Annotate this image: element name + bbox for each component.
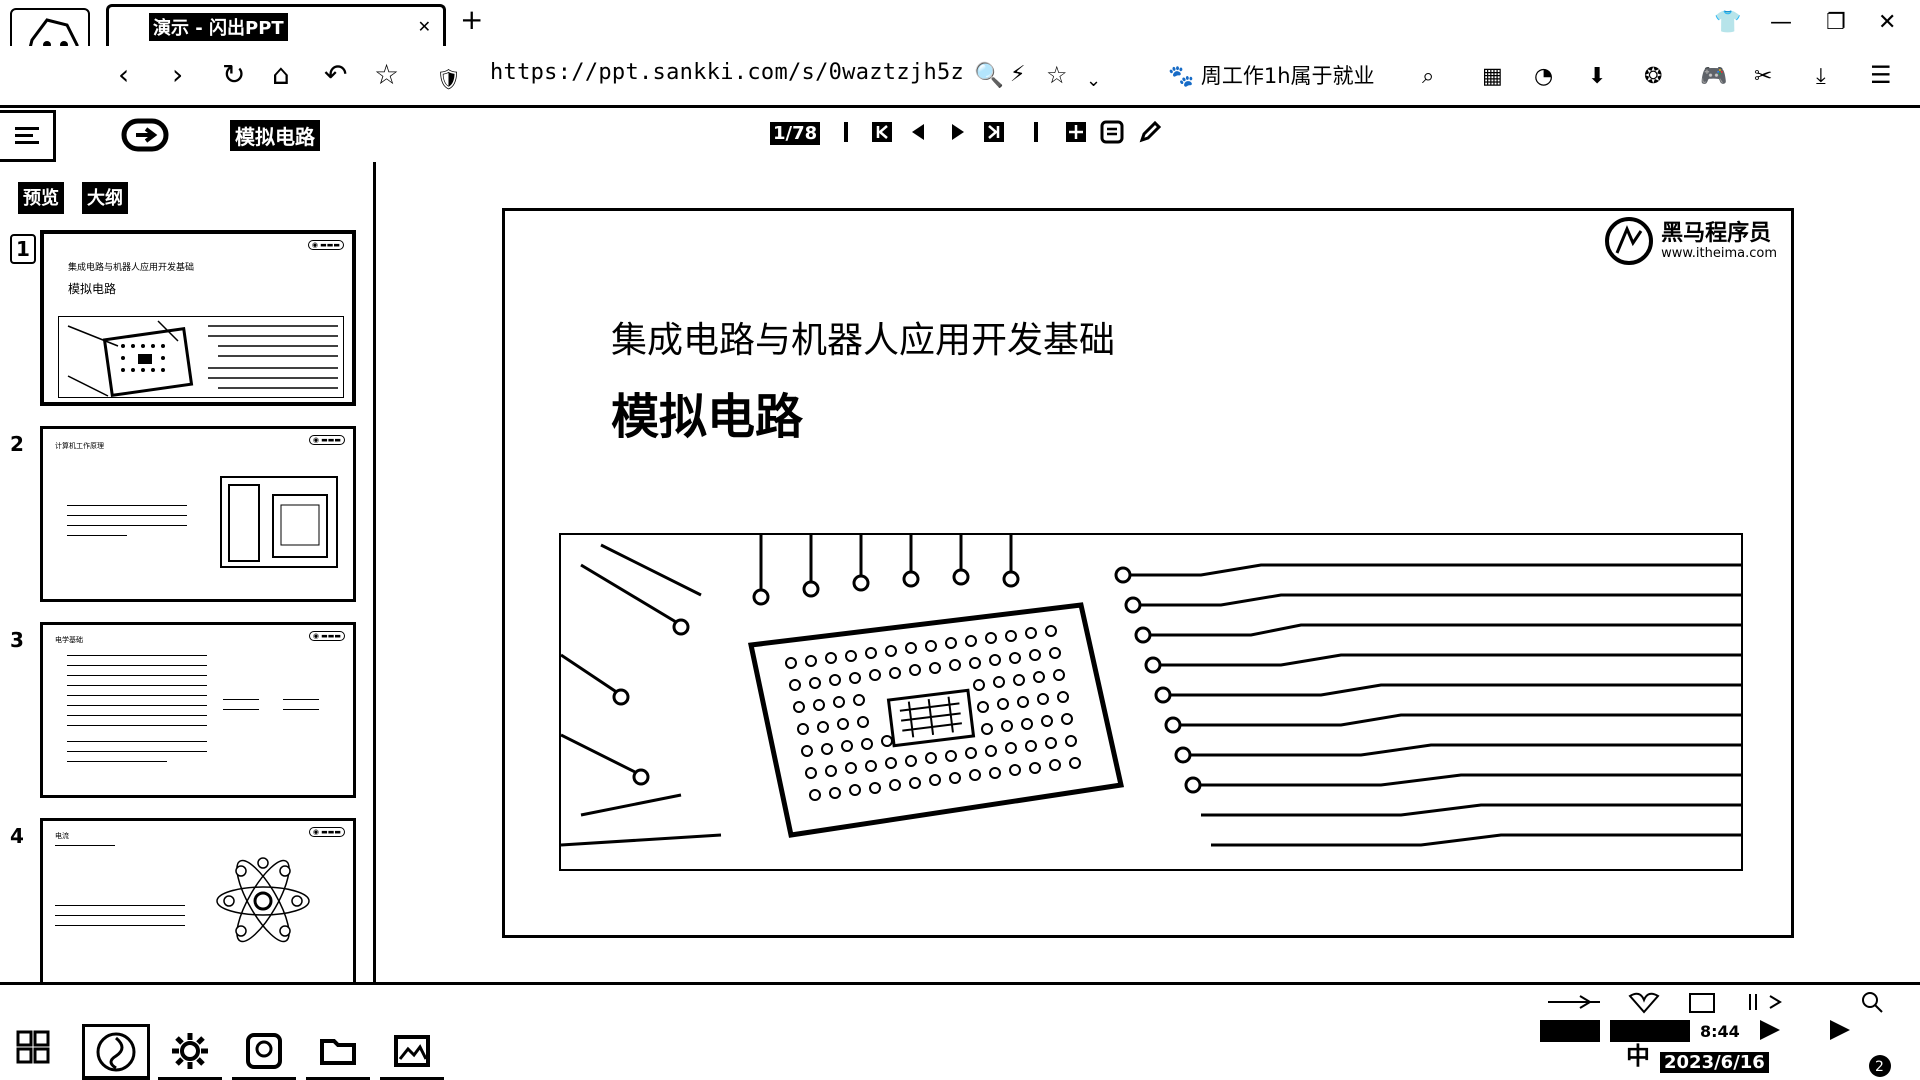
thumbnail-number: 2	[10, 432, 24, 456]
reload-icon[interactable]: ↻	[222, 60, 245, 90]
minimize-button[interactable]: —	[1770, 10, 1792, 35]
first-page-icon[interactable]	[870, 120, 894, 144]
taskbar-remote-app[interactable]	[232, 1024, 296, 1080]
back-icon[interactable]: ‹	[118, 60, 129, 90]
lightning-icon[interactable]: ⚡	[1010, 60, 1025, 90]
thumbnail-logo: ◉ ▬▬▬	[308, 827, 345, 837]
ai-icon[interactable]: ❂	[1644, 62, 1662, 92]
shirt-icon[interactable]: 👕	[1714, 10, 1741, 35]
image-icon	[394, 1034, 430, 1067]
brand-name: 黑马程序员	[1661, 220, 1772, 246]
forward-icon[interactable]: ›	[172, 60, 183, 90]
thumbnail-number: 3	[10, 628, 24, 652]
taskbar-photos-app[interactable]	[380, 1024, 444, 1080]
thumbnail-number: 1	[10, 234, 36, 264]
taskbar-files-app[interactable]	[306, 1024, 370, 1080]
slide-thumbnail-2[interactable]: ◉ ▬▬▬ 计算机工作原理	[40, 426, 356, 602]
tab-title: 演示 - 闪出PPT	[149, 12, 288, 41]
thumbnail-logo: ◉ ▬▬▬	[308, 631, 345, 641]
game-icon[interactable]: 🎮	[1700, 62, 1727, 92]
download-icon[interactable]: ⤓	[1816, 62, 1826, 92]
menu-icon[interactable]: ☰	[1870, 60, 1892, 90]
pen-icon[interactable]	[1138, 120, 1162, 144]
thumbnail-logo: ◉ ▬▬▬	[307, 240, 344, 250]
sidebar-tabs: 预览 大纲	[18, 182, 128, 214]
thumbnail-subtitle: 计算机工作原理	[55, 442, 104, 450]
slide-thumbnail-4[interactable]: ◉ ▬▬▬ 电流	[40, 818, 356, 982]
zoom-icon[interactable]: 🔍	[974, 60, 1004, 90]
home-icon[interactable]: ⌂	[272, 60, 290, 90]
brand-circle-icon	[1605, 217, 1654, 265]
extension-icon[interactable]: ◔	[1534, 62, 1553, 92]
thumbnail-logo: ◉ ▬▬▬	[308, 435, 345, 445]
prev-page-icon[interactable]	[906, 120, 930, 144]
separator-icon	[834, 120, 858, 144]
search-icon[interactable]: ⌕	[1422, 62, 1434, 92]
bookmark-label: 周工作1h属于就业	[1200, 64, 1375, 88]
separator-icon	[1024, 120, 1048, 144]
brand-logo: 黑马程序员 www.itheima.com	[1605, 217, 1777, 265]
taskbar-settings-app[interactable]	[158, 1024, 222, 1080]
thumbnail-circuit-image	[58, 316, 344, 398]
taskbar-browser-app[interactable]	[82, 1024, 150, 1080]
browser-tab-active[interactable]: 演示 - 闪出PPT ✕	[106, 4, 446, 46]
close-tab-icon[interactable]: ✕	[418, 17, 431, 36]
next-page-icon[interactable]	[946, 120, 970, 144]
svg-text:2: 2	[1875, 1059, 1884, 1075]
bookmark-link[interactable]: 🐾 周工作1h属于就业	[1168, 60, 1375, 90]
slide-subtitle: 集成电路与机器人应用开发基础	[611, 320, 1116, 361]
sidebar-toggle-icon	[14, 127, 39, 144]
close-window-button[interactable]: ✕	[1878, 10, 1896, 35]
folder-icon	[320, 1038, 356, 1065]
thumbnail-subtitle: 集成电路与机器人应用开发基础	[68, 263, 195, 273]
scissors-icon[interactable]: ✂	[1754, 62, 1772, 92]
thumbnail-subtitle: 电学基础	[55, 636, 83, 644]
tab-preview[interactable]: 预览	[18, 182, 64, 214]
thumbnail-subtitle: 电流	[55, 832, 69, 840]
thumbnail-atom-icon	[216, 857, 310, 943]
download-circle-icon[interactable]: ⬇	[1588, 62, 1606, 92]
undo-icon[interactable]: ↶	[324, 60, 347, 90]
page-indicator: 1/78	[770, 122, 821, 145]
chevron-down-icon[interactable]: ⌄	[1086, 66, 1101, 96]
windows-start-icon[interactable]	[16, 1030, 50, 1064]
thumbnail-diagram	[220, 476, 338, 568]
tab-outline[interactable]: 大纲	[82, 182, 128, 214]
slide-thumbnail-1[interactable]: ◉ ▬▬▬ 集成电路与机器人应用开发基础 模拟电路	[40, 230, 356, 406]
favorite-star-icon[interactable]: ☆	[1046, 60, 1068, 90]
thumbnail-number: 4	[10, 824, 24, 848]
apps-grid-icon[interactable]: ▦	[1482, 62, 1503, 92]
gear-icon	[172, 1032, 208, 1069]
app-logo-icon[interactable]	[120, 115, 170, 155]
document-title: 模拟电路	[230, 120, 320, 151]
slide-title: 模拟电路	[611, 389, 804, 445]
fullscreen-icon[interactable]	[1064, 120, 1088, 144]
clock-time[interactable]: 8:44	[1700, 1022, 1740, 1041]
paw-icon: 🐾	[1168, 64, 1195, 88]
thumbnail-title: 模拟电路	[68, 282, 117, 296]
circuit-board-image	[559, 533, 1743, 871]
clock-date[interactable]: 2023/6/16	[1660, 1052, 1769, 1073]
current-slide: 黑马程序员 www.itheima.com 集成电路与机器人应用开发基础 模拟电…	[502, 208, 1794, 938]
bookmark-star-icon[interactable]: ☆	[374, 60, 399, 90]
brand-url: www.itheima.com	[1661, 245, 1777, 261]
remote-desktop-icon	[246, 1032, 282, 1069]
security-shield-icon[interactable]: 🛡	[436, 64, 461, 94]
new-tab-button[interactable]: +	[460, 6, 483, 34]
last-page-icon[interactable]	[982, 120, 1006, 144]
restore-button[interactable]: ❐	[1826, 10, 1846, 35]
slide-thumbnail-3[interactable]: ◉ ▬▬▬ 电学基础	[40, 622, 356, 798]
address-bar-row: ‹ › ↻ ⌂ ↶ ☆ 🛡 https://ppt.sankki.com/s/0…	[0, 46, 1920, 108]
notes-icon[interactable]	[1100, 120, 1124, 144]
url-field[interactable]: https://ppt.sankki.com/s/0waztzjh5z	[490, 60, 964, 85]
sidebar-toggle-button[interactable]	[0, 110, 56, 162]
ime-indicator[interactable]: 中	[1626, 1036, 1650, 1071]
browser-swirl-icon	[96, 1032, 136, 1071]
